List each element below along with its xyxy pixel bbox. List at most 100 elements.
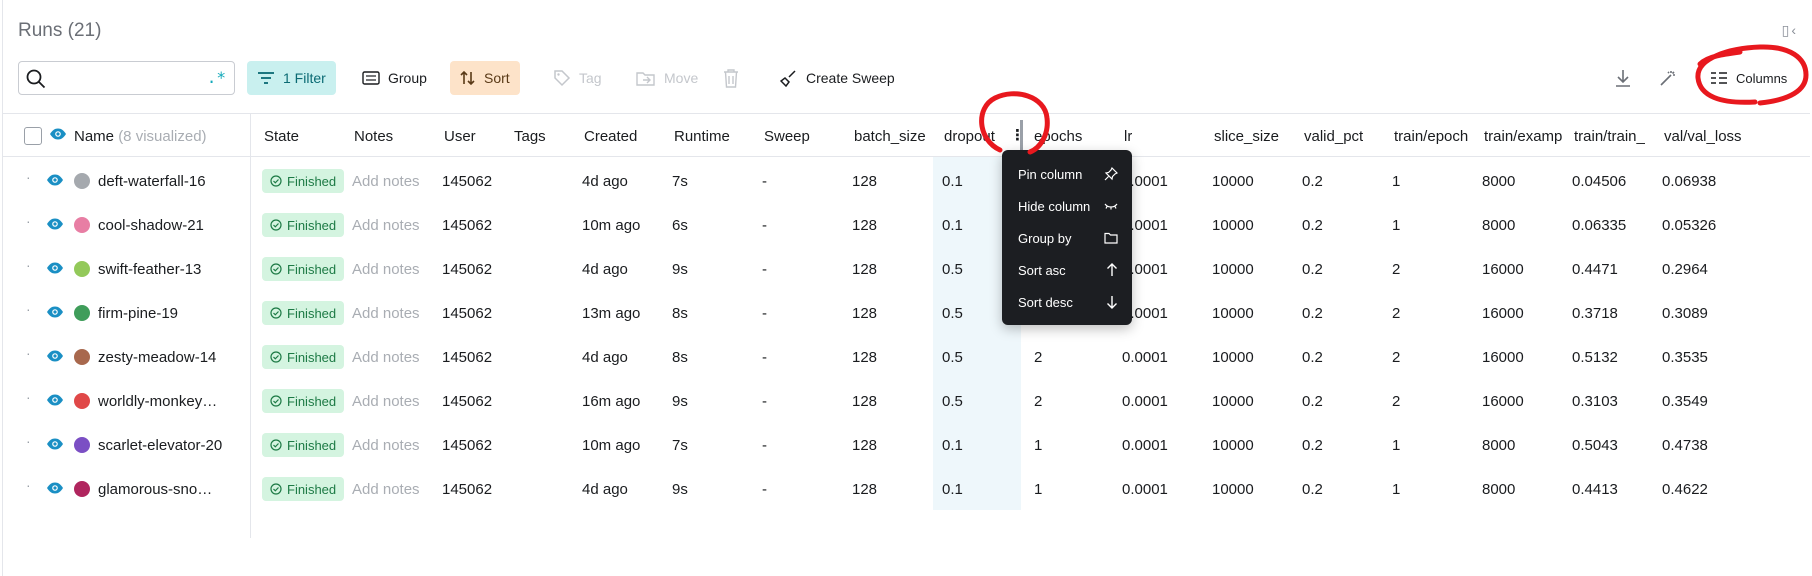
run-color-swatch[interactable] — [74, 261, 90, 277]
eye-icon[interactable] — [46, 437, 64, 451]
column-header-runtime[interactable]: Runtime — [674, 128, 730, 145]
cell-batch-size: 128 — [852, 173, 878, 190]
run-name-link[interactable]: firm-pine-19 — [98, 305, 228, 322]
eye-icon[interactable] — [46, 349, 64, 363]
menu-item-hide-column[interactable]: Hide column — [1002, 190, 1132, 222]
run-color-swatch[interactable] — [74, 305, 90, 321]
cell-train-loss: 0.5132 — [1572, 349, 1618, 366]
eye-icon[interactable] — [46, 393, 64, 407]
run-name-link[interactable]: zesty-meadow-14 — [98, 349, 228, 366]
column-header-created[interactable]: Created — [584, 128, 637, 145]
group-button[interactable]: Group — [352, 61, 437, 95]
column-header-dropout[interactable]: dropout — [944, 128, 1010, 145]
trash-icon — [724, 69, 738, 88]
menu-item-group-by[interactable]: Group by — [1002, 222, 1132, 254]
download-button[interactable] — [1608, 61, 1638, 95]
run-color-swatch[interactable] — [74, 217, 90, 233]
column-header-state[interactable]: State — [264, 128, 299, 145]
move-button[interactable]: Move — [626, 61, 708, 95]
eye-icon[interactable] — [46, 173, 64, 187]
row-drag-handle[interactable]: · — [26, 389, 31, 405]
column-header-sweep[interactable]: Sweep — [764, 128, 810, 145]
column-header-train-examples[interactable]: train/examp — [1484, 128, 1566, 145]
panel-toggle-icon[interactable]: ▯‹ — [1782, 22, 1798, 39]
create-sweep-button[interactable]: Create Sweep — [770, 61, 905, 95]
row-drag-handle[interactable]: · — [26, 257, 31, 273]
run-name-link[interactable]: swift-feather-13 — [98, 261, 228, 278]
cell-notes[interactable]: Add notes — [352, 349, 420, 366]
filter-button[interactable]: 1 Filter — [247, 61, 336, 95]
check-circle-icon — [270, 263, 282, 275]
select-all-checkbox[interactable] — [24, 127, 42, 145]
cell-notes[interactable]: Add notes — [352, 217, 420, 234]
column-header-name[interactable]: Name (8 visualized) — [74, 128, 207, 145]
run-name-link[interactable]: deft-waterfall-16 — [98, 173, 228, 190]
run-name-link[interactable]: worldly-monkey… — [98, 393, 228, 410]
eye-icon[interactable] — [46, 261, 64, 275]
eye-icon[interactable] — [46, 481, 64, 495]
sort-button[interactable]: Sort — [450, 61, 520, 95]
eye-icon[interactable] — [46, 217, 64, 231]
run-name-link[interactable]: glamorous-sno… — [98, 481, 228, 498]
column-header-slice-size[interactable]: slice_size — [1214, 128, 1279, 145]
automations-button[interactable] — [1652, 61, 1684, 95]
regex-toggle-icon[interactable]: .* — [207, 68, 226, 87]
column-header-tags[interactable]: Tags — [514, 128, 546, 145]
table-row[interactable]: · cool-shadow-21 Finished Add notes 145062 10… — [0, 203, 1808, 247]
cell-dropout: 0.1 — [942, 481, 963, 498]
arrow-down-icon — [1107, 296, 1117, 309]
row-drag-handle[interactable]: · — [26, 213, 31, 229]
row-drag-handle[interactable]: · — [26, 301, 31, 317]
column-header-epochs[interactable]: epochs — [1034, 128, 1082, 145]
eye-icon[interactable] — [46, 305, 64, 319]
column-header-batch-size[interactable]: batch_size — [854, 128, 926, 145]
column-header-notes[interactable]: Notes — [354, 128, 393, 145]
table-row[interactable]: · deft-waterfall-16 Finished Add notes 14506… — [0, 159, 1808, 203]
column-resize-handle[interactable] — [1020, 120, 1023, 150]
table-row[interactable]: · scarlet-elevator-20 Finished Add notes 145… — [0, 423, 1808, 467]
run-color-swatch[interactable] — [74, 173, 90, 189]
run-color-swatch[interactable] — [74, 393, 90, 409]
menu-item-sort-asc[interactable]: Sort asc — [1002, 254, 1132, 286]
cell-sweep: - — [762, 261, 767, 278]
run-color-swatch[interactable] — [74, 481, 90, 497]
table-row[interactable]: · zesty-meadow-14 Finished Add notes 145062 4… — [0, 335, 1808, 379]
run-color-swatch[interactable] — [74, 437, 90, 453]
cell-notes[interactable]: Add notes — [352, 481, 420, 498]
row-drag-handle[interactable]: · — [26, 169, 31, 185]
cell-sweep: - — [762, 173, 767, 190]
cell-notes[interactable]: Add notes — [352, 261, 420, 278]
cell-notes[interactable]: Add notes — [352, 437, 420, 454]
column-header-val-loss[interactable]: val/val_loss — [1664, 128, 1754, 145]
run-color-swatch[interactable] — [74, 349, 90, 365]
delete-button[interactable] — [716, 61, 746, 95]
columns-button[interactable]: Columns — [1700, 61, 1797, 95]
table-row[interactable]: · firm-pine-19 Finished Add notes 145062 13m … — [0, 291, 1808, 335]
table-row[interactable]: · glamorous-sno… Finished Add notes 145062 4d… — [0, 467, 1808, 511]
row-drag-handle[interactable]: · — [26, 433, 31, 449]
cell-notes[interactable]: Add notes — [352, 393, 420, 410]
cell-notes[interactable]: Add notes — [352, 173, 420, 190]
column-header-valid-pct[interactable]: valid_pct — [1304, 128, 1363, 145]
tag-button[interactable]: Tag — [543, 61, 612, 95]
column-header-user[interactable]: User — [444, 128, 476, 145]
run-name-link[interactable]: cool-shadow-21 — [98, 217, 228, 234]
row-drag-handle[interactable]: · — [26, 477, 31, 493]
menu-item-pin-column[interactable]: Pin column — [1002, 158, 1132, 190]
column-header-lr[interactable]: lr — [1124, 128, 1132, 145]
eye-icon[interactable] — [49, 127, 67, 141]
column-header-train-epoch[interactable]: train/epoch — [1394, 128, 1476, 145]
table-header: Name (8 visualized) State Notes User Tag… — [2, 113, 1810, 157]
cell-notes[interactable]: Add notes — [352, 305, 420, 322]
table-row[interactable]: · swift-feather-13 Finished Add notes 145062… — [0, 247, 1808, 291]
row-drag-handle[interactable]: · — [26, 345, 31, 361]
run-name-link[interactable]: scarlet-elevator-20 — [98, 437, 228, 454]
search-input[interactable]: .* — [18, 61, 235, 95]
menu-item-sort-desc[interactable]: Sort desc — [1002, 286, 1132, 318]
column-header-train-loss[interactable]: train/train_ — [1574, 128, 1656, 145]
group-icon — [362, 71, 380, 85]
cell-created: 4d ago — [582, 349, 628, 366]
table-row[interactable]: · worldly-monkey… Finished Add notes 145062 1… — [0, 379, 1808, 423]
status-badge: Finished — [262, 389, 345, 413]
cell-train-epoch: 2 — [1392, 349, 1401, 366]
